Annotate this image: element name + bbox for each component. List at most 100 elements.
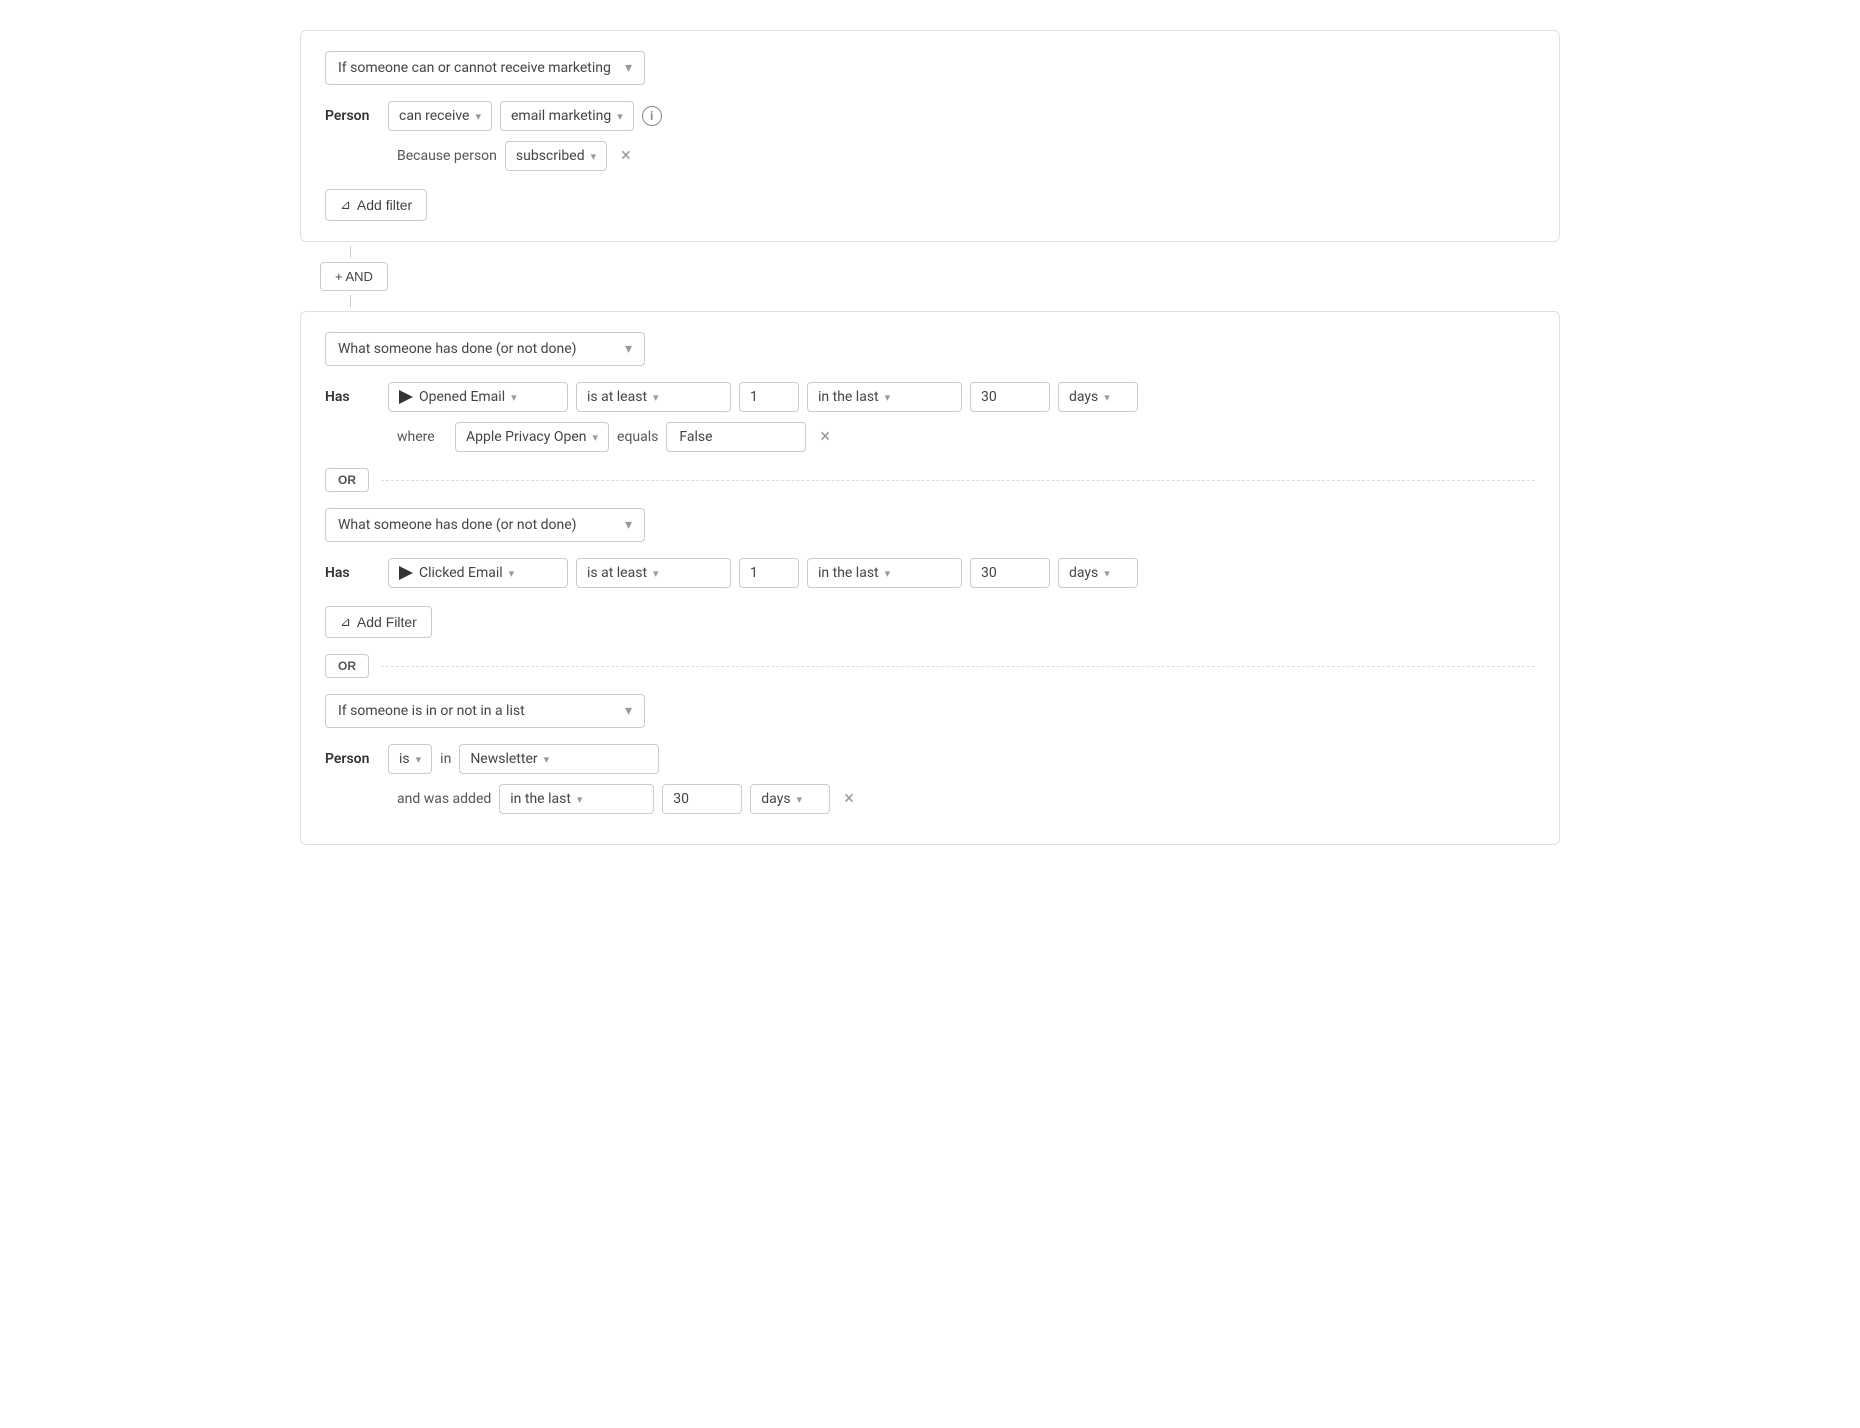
subscribed-dropdown[interactable]: subscribed ▾ [505,141,607,171]
has-label-1: Has [325,389,380,405]
marketing-type-dropdown[interactable]: email marketing ▾ [500,101,634,131]
list-type-dropdown[interactable]: If someone is in or not in a list ▾ [325,694,645,728]
chevron-down-icon: ▾ [653,391,659,404]
marketing-type-dropdown-label: If someone can or cannot receive marketi… [338,60,611,76]
filter-value-input[interactable]: False [666,422,806,452]
event-value-2: Clicked Email [419,565,503,581]
clicked-email-section: What someone has done (or not done) ▾ Ha… [325,508,1535,638]
added-days-value: 30 [673,791,689,807]
and-button-label: + AND [335,269,373,284]
list-dropdown[interactable]: Newsletter ▾ [459,744,659,774]
can-receive-value: can receive [399,108,469,124]
connector-line-bottom [350,295,351,307]
person-label-2: Person [325,751,380,767]
what-done-dropdown-1-label: What someone has done (or not done) [338,341,577,357]
or-dashed-line-2 [381,666,1535,667]
list-type-dropdown-label: If someone is in or not in a list [338,703,525,719]
opened-email-row: Has Opened Email ▾ is at least ▾ 1 in th… [325,382,1535,412]
remove-added-button[interactable]: × [838,788,860,810]
unit-dropdown-1[interactable]: days ▾ [1058,382,1138,412]
because-person-label: Because person [397,148,497,164]
remove-because-person-button[interactable]: × [615,145,637,167]
chevron-down-icon: ▾ [509,567,515,580]
add-filter-label-2: Add Filter [357,614,417,630]
because-person-row: Because person subscribed ▾ × [325,141,1535,171]
can-receive-dropdown[interactable]: can receive ▾ [388,101,492,131]
condition-dropdown-1[interactable]: is at least ▾ [576,382,731,412]
count-input-1[interactable]: 1 [739,382,799,412]
apple-privacy-value: Apple Privacy Open [466,429,587,445]
time-dropdown-2[interactable]: in the last ▾ [807,558,962,588]
and-connector: + AND [300,246,1560,307]
or-dashed-line-1 [381,480,1535,481]
chevron-down-icon: ▾ [625,60,632,76]
unit-dropdown-2[interactable]: days ▾ [1058,558,1138,588]
chevron-down-icon: ▾ [475,110,481,123]
days-value-2: 30 [981,565,997,581]
days-value-1: 30 [981,389,997,405]
what-done-dropdown-2-label: What someone has done (or not done) [338,517,577,533]
unit-value-2: days [1069,565,1098,581]
what-done-dropdown-1[interactable]: What someone has done (or not done) ▾ [325,332,645,366]
equals-label: equals [617,429,658,445]
or-button-1[interactable]: OR [325,468,369,492]
chevron-down-icon: ▾ [511,391,517,404]
chevron-down-icon: ▾ [591,150,597,163]
opened-email-section: What someone has done (or not done) ▾ Ha… [325,332,1535,452]
remove-where-button[interactable]: × [814,426,836,448]
time-dropdown-1[interactable]: in the last ▾ [807,382,962,412]
or-button-2[interactable]: OR [325,654,369,678]
add-filter-button[interactable]: ⊿ Add filter [325,189,427,221]
chevron-down-icon: ▾ [416,753,422,766]
add-filter-button-2[interactable]: ⊿ Add Filter [325,606,432,638]
filter-icon-2: ⊿ [340,614,351,630]
chevron-down-icon: ▾ [653,567,659,580]
where-row: where Apple Privacy Open ▾ equals False … [325,422,1535,452]
list-value: Newsletter [470,751,537,767]
chevron-down-icon: ▾ [885,391,891,404]
chevron-down-icon: ▾ [625,517,632,533]
chevron-down-icon: ▾ [1104,391,1110,404]
event-dropdown-2[interactable]: Clicked Email ▾ [388,558,568,588]
and-button[interactable]: + AND [320,262,388,291]
is-dropdown[interactable]: is ▾ [388,744,432,774]
added-unit-dropdown[interactable]: days ▾ [750,784,830,814]
chevron-down-icon: ▾ [577,793,583,806]
days-input-2[interactable]: 30 [970,558,1050,588]
chevron-down-icon: ▾ [593,431,599,444]
apple-privacy-dropdown[interactable]: Apple Privacy Open ▾ [455,422,609,452]
info-icon[interactable]: i [642,106,662,126]
or-label-1: OR [338,473,356,487]
has-label-2: Has [325,565,380,581]
chevron-down-icon: ▾ [544,753,550,766]
time-value-2: in the last [818,565,879,581]
added-time-dropdown[interactable]: in the last ▾ [499,784,654,814]
event-icon-1 [399,390,413,404]
chevron-down-icon: ▾ [1104,567,1110,580]
event-dropdown-1[interactable]: Opened Email ▾ [388,382,568,412]
clicked-email-row: Has Clicked Email ▾ is at least ▾ 1 in t… [325,558,1535,588]
added-time-value: in the last [510,791,571,807]
added-days-input[interactable]: 30 [662,784,742,814]
where-label: where [397,429,447,445]
filter-icon: ⊿ [340,197,351,213]
marketing-type-dropdown[interactable]: If someone can or cannot receive marketi… [325,51,645,85]
list-condition-section: If someone is in or not in a list ▾ Pers… [325,694,1535,814]
marketing-condition-block: If someone can or cannot receive marketi… [300,30,1560,242]
chevron-down-icon: ▾ [797,793,803,806]
condition-dropdown-2[interactable]: is at least ▾ [576,558,731,588]
event-icon-2 [399,566,413,580]
event-value-1: Opened Email [419,389,505,405]
connector-line-top [350,246,351,258]
or-separator-2: OR [325,654,1535,678]
what-done-dropdown-2[interactable]: What someone has done (or not done) ▾ [325,508,645,542]
and-was-added-row: and was added in the last ▾ 30 days ▾ × [325,784,1535,814]
condition-value-1: is at least [587,389,647,405]
add-filter-label: Add filter [357,197,412,213]
chevron-down-icon: ▾ [625,703,632,719]
days-input-1[interactable]: 30 [970,382,1050,412]
or-label-2: OR [338,659,356,673]
count-input-2[interactable]: 1 [739,558,799,588]
marketing-type-value: email marketing [511,108,611,124]
list-person-row: Person is ▾ in Newsletter ▾ [325,744,1535,774]
